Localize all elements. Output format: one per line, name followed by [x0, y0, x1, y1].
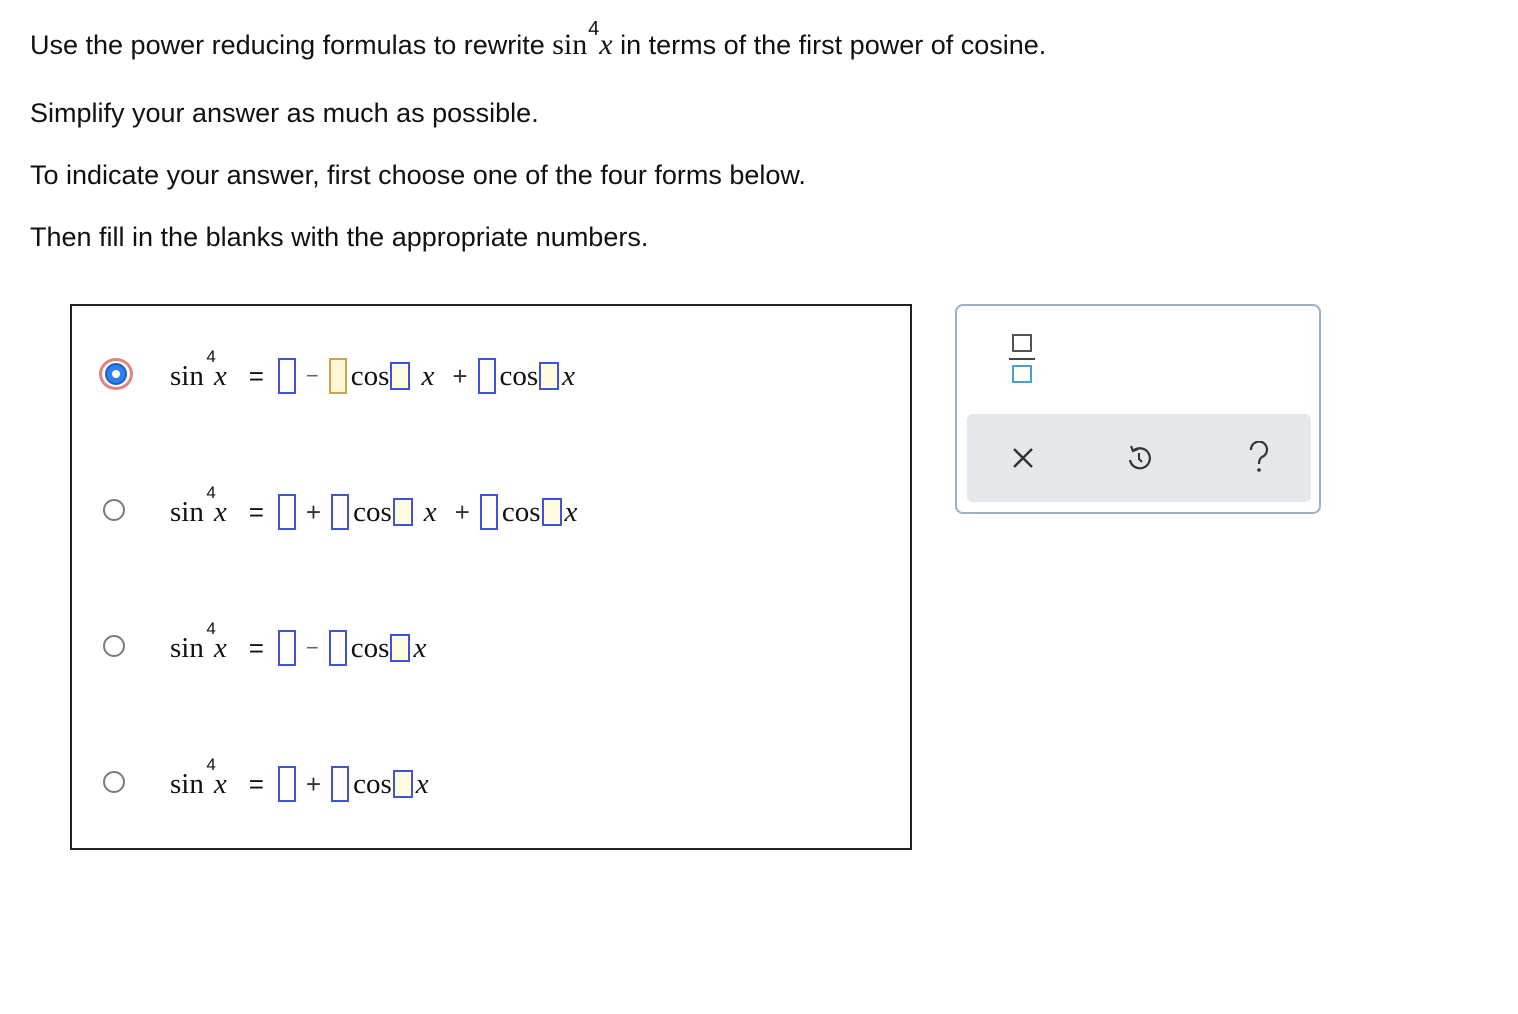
cos-function: cos: [353, 495, 392, 528]
formula: sin 4 x = − cos x + cos x: [170, 346, 576, 402]
instruction-text: Use the power reducing formulas to rewri…: [30, 30, 545, 60]
variable-x: x: [415, 767, 429, 800]
radio-button[interactable]: [103, 635, 125, 657]
action-bar: [967, 414, 1311, 502]
formula: sin 4 x = + cos x + cos x: [170, 482, 578, 538]
plus-sign: +: [305, 768, 322, 799]
clear-button[interactable]: [1007, 442, 1039, 474]
plus-sign: +: [452, 360, 468, 391]
undo-button[interactable]: [1123, 442, 1155, 474]
multiplier-blank[interactable]: [392, 770, 413, 798]
variable-x: x: [599, 28, 613, 61]
help-button[interactable]: [1243, 441, 1275, 474]
plus-sign: +: [454, 496, 470, 527]
coefficient-blank[interactable]: [479, 494, 498, 530]
denominator-box: [1012, 365, 1032, 383]
instruction-line-1: Use the power reducing formulas to rewri…: [30, 18, 1047, 62]
exponent: 4: [588, 18, 600, 40]
minus-sign: −: [305, 635, 319, 660]
sin-function: sin 4: [170, 618, 216, 664]
instruction-line-4: Then fill in the blanks with the appropr…: [30, 222, 649, 252]
variable-x: x: [413, 631, 427, 664]
multiplier-blank[interactable]: [541, 498, 562, 526]
coefficient-blank[interactable]: [477, 358, 496, 394]
variable-x: x: [421, 359, 435, 392]
instruction-text: in terms of the first power of cosine.: [620, 30, 1047, 60]
coefficient-blank[interactable]: [328, 358, 347, 394]
equals-sign: =: [248, 768, 264, 799]
minus-sign: −: [305, 363, 319, 388]
instruction-line-2: Simplify your answer as much as possible…: [30, 98, 539, 128]
formula: sin 4 x = − cos x: [170, 618, 427, 674]
radio-button[interactable]: [103, 499, 125, 521]
variable-x: x: [562, 359, 576, 392]
multiplier-blank[interactable]: [392, 498, 413, 526]
fraction-template-icon[interactable]: [1009, 332, 1037, 388]
constant-blank[interactable]: [277, 494, 296, 530]
formula: sin 4 x = + cos x: [170, 754, 429, 810]
answer-option-4[interactable]: sin 4 x = + cos x: [72, 750, 910, 820]
sin-function: sin 4: [552, 18, 599, 61]
math-tools-palette: [955, 304, 1321, 514]
coefficient-blank[interactable]: [328, 630, 347, 666]
multiplier-blank[interactable]: [539, 362, 560, 390]
equals-sign: =: [248, 496, 264, 527]
coefficient-blank[interactable]: [331, 766, 350, 802]
variable-x: x: [564, 495, 578, 528]
answer-option-1[interactable]: sin 4 x = − cos x + cos x: [72, 342, 910, 412]
constant-blank[interactable]: [277, 630, 296, 666]
radio-button-selected[interactable]: [99, 358, 133, 390]
x-icon: [1013, 448, 1033, 468]
coefficient-blank[interactable]: [331, 494, 350, 530]
cos-function: cos: [501, 495, 541, 528]
cos-function: cos: [353, 767, 392, 800]
cos-function: cos: [499, 359, 539, 392]
answer-option-2[interactable]: sin 4 x = + cos x + cos x: [72, 478, 910, 548]
multiplier-blank[interactable]: [390, 362, 411, 390]
sin-function: sin 4: [170, 346, 216, 392]
numerator-box: [1012, 334, 1032, 352]
equals-sign: =: [248, 632, 264, 663]
multiplier-blank[interactable]: [390, 634, 411, 662]
equals-sign: =: [248, 360, 264, 391]
fraction-bar: [1009, 358, 1035, 360]
instruction-line-3: To indicate your answer, first choose on…: [30, 160, 806, 190]
cos-function: cos: [350, 631, 390, 664]
plus-sign: +: [305, 496, 322, 527]
question-mark-icon: [1249, 441, 1269, 472]
cos-function: cos: [350, 359, 390, 392]
undo-icon: [1128, 445, 1151, 470]
answer-choices-panel: sin 4 x = − cos x + cos x sin 4 x = + cos x …: [70, 304, 912, 850]
answer-option-3[interactable]: sin 4 x = − cos x: [72, 614, 910, 684]
constant-blank[interactable]: [277, 358, 296, 394]
radio-button[interactable]: [103, 771, 125, 793]
sin-function: sin 4: [170, 754, 216, 800]
variable-x: x: [423, 495, 437, 528]
constant-blank[interactable]: [277, 766, 296, 802]
sin-function: sin 4: [170, 482, 216, 528]
